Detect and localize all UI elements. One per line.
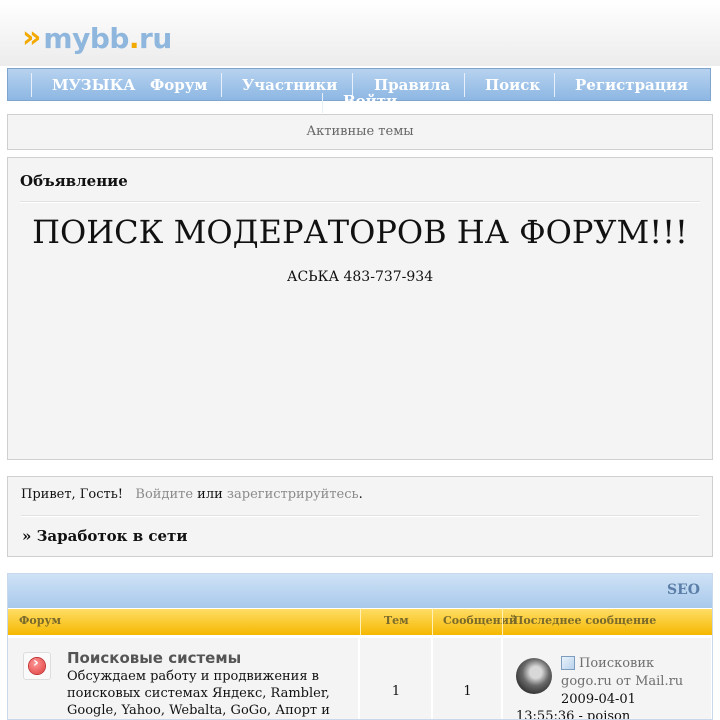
last-post-time-author: 13:55:36 - poison (516, 709, 631, 720)
site-logo[interactable]: » mybb.ru (22, 18, 172, 58)
post-icon (561, 656, 575, 670)
welcome-panel: Привет, Гость! Войдите или зарегистрируй… (7, 476, 713, 557)
active-topics-link[interactable]: Активные темы (7, 114, 713, 150)
category-seo: SEO Форум Тем Сообщений Последнее сообще… (7, 573, 713, 720)
announcement-panel: Объявление ПОИСК МОДЕРАТОРОВ НА ФОРУМ!!!… (7, 157, 713, 460)
nav-forum[interactable]: Форум (150, 76, 207, 94)
login-link[interactable]: Войдите (135, 487, 193, 502)
announcement-heading: Объявление (20, 172, 128, 190)
nav-login[interactable]: Войти (343, 93, 397, 102)
col-topics: Тем (384, 614, 409, 627)
col-divider (432, 609, 433, 635)
logo-arrows-icon: » (22, 20, 42, 55)
nav-separator (464, 73, 465, 97)
col-divider (502, 609, 503, 635)
forum-description: Обсуждаем работу и продвижения в поисков… (67, 669, 330, 718)
forum-name-link[interactable]: Поисковые системы (67, 649, 241, 667)
logo-text: mybb.ru (43, 21, 172, 55)
last-post-date: 2009-04-01 (561, 692, 636, 707)
welcome-divider (21, 515, 699, 517)
nav-music[interactable]: МУЗЫКА (52, 76, 135, 94)
welcome-line: Привет, Гость! Войдите или зарегистрируй… (21, 487, 363, 502)
category-title[interactable]: SEO (667, 582, 700, 598)
nav-users[interactable]: Участники (242, 76, 337, 94)
forum-posts-count: 1 (463, 684, 472, 699)
or-text: или (197, 487, 223, 502)
site-header: » mybb.ru (0, 0, 720, 66)
nav-separator (322, 93, 323, 113)
nav-separator (31, 73, 32, 97)
nav-search[interactable]: Поиск (485, 76, 540, 94)
announcement-title: ПОИСК МОДЕРАТОРОВ НА ФОРУМ!!! (32, 213, 688, 251)
section-breadcrumb-link[interactable]: » Заработок в сети (22, 527, 187, 545)
forum-status-icon (23, 652, 51, 680)
announcement-divider (20, 201, 700, 203)
topics-cell (360, 638, 432, 719)
col-forum: Форум (19, 614, 62, 627)
forum-row: Поисковые системы Обсуждаем работу и про… (8, 636, 712, 720)
posts-cell (433, 638, 502, 719)
register-link[interactable]: зарегистрируйтесь (227, 487, 359, 502)
forum-table-header: Форум Тем Сообщений Последнее сообщение (8, 609, 712, 635)
nav-separator (554, 73, 555, 97)
last-post-link[interactable]: Поисковик (579, 656, 654, 671)
main-navbar: МУЗЫКА Форум Участники Правила Поиск Рег… (7, 68, 711, 113)
announcement-contact: АСЬКА 483-737-934 (286, 269, 434, 285)
period-text: . (358, 487, 363, 502)
col-divider (360, 609, 361, 635)
last-post-source[interactable]: gogo.ru от Mail.ru (561, 674, 683, 689)
col-posts: Сообщений (443, 614, 518, 627)
col-last-post: Последнее сообщение (513, 614, 657, 627)
greeting-text: Привет, Гость! (21, 487, 124, 502)
category-header: SEO (8, 574, 712, 608)
nav-separator (221, 73, 222, 97)
forum-topics-count: 1 (391, 684, 401, 699)
nav-register[interactable]: Регистрация (575, 76, 688, 94)
user-avatar[interactable] (516, 658, 552, 694)
nav-rules[interactable]: Правила (374, 76, 450, 94)
